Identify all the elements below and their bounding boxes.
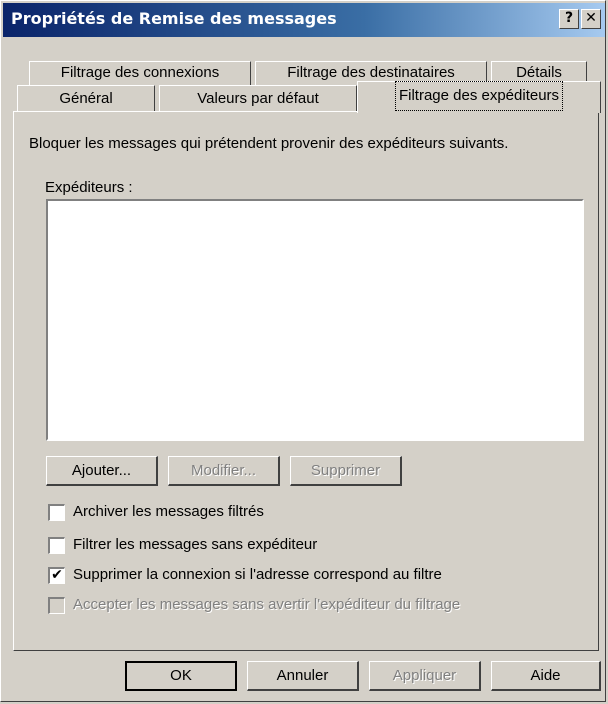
help-icon[interactable]: ? <box>559 9 579 29</box>
senders-list[interactable] <box>46 199 584 441</box>
filter-no-sender-label[interactable]: Filtrer les messages sans expéditeur <box>73 536 317 553</box>
filter-no-sender-checkbox[interactable] <box>48 537 65 554</box>
title-bar[interactable]: Propriétés de Remise des messages ? ✕ <box>3 3 605 37</box>
accept-silently-checkbox[interactable] <box>48 597 65 614</box>
ok-button[interactable]: OK <box>125 661 237 691</box>
tab-label: Général <box>59 90 113 107</box>
tab-filtrage-connexions[interactable]: Filtrage des connexions <box>29 61 251 85</box>
cancel-button[interactable]: Annuler <box>247 661 359 691</box>
checkmark-icon: ✔ <box>51 567 63 583</box>
tab-label: Filtrage des expéditeurs <box>394 81 564 111</box>
tab-label: Filtrage des connexions <box>60 64 220 81</box>
description-text: Bloquer les messages qui prétendent prov… <box>29 135 509 152</box>
drop-connection-checkbox[interactable]: ✔ <box>48 567 65 584</box>
senders-label: Expéditeurs : <box>45 179 133 196</box>
modify-button[interactable]: Modifier... <box>168 456 280 486</box>
tab-filtrage-expediteurs[interactable]: Filtrage des expéditeurs <box>357 81 601 113</box>
delete-button[interactable]: Supprimer <box>290 456 402 486</box>
close-icon[interactable]: ✕ <box>581 9 601 29</box>
archive-filtered-checkbox[interactable] <box>48 504 65 521</box>
tab-label: Valeurs par défaut <box>197 90 319 107</box>
apply-button[interactable]: Appliquer <box>369 661 481 691</box>
tab-valeurs-par-defaut[interactable]: Valeurs par défaut <box>159 85 357 112</box>
add-button[interactable]: Ajouter... <box>46 456 158 486</box>
accept-silently-label[interactable]: Accepter les messages sans avertir l'exp… <box>73 596 460 613</box>
window-title: Propriétés de Remise des messages <box>11 9 337 28</box>
properties-dialog: Propriétés de Remise des messages ? ✕ Fi… <box>0 0 606 702</box>
help-button[interactable]: Aide <box>491 661 601 691</box>
archive-filtered-label[interactable]: Archiver les messages filtrés <box>73 503 264 520</box>
drop-connection-label[interactable]: Supprimer la connexion si l'adresse corr… <box>73 566 442 583</box>
tab-general[interactable]: Général <box>17 85 155 112</box>
